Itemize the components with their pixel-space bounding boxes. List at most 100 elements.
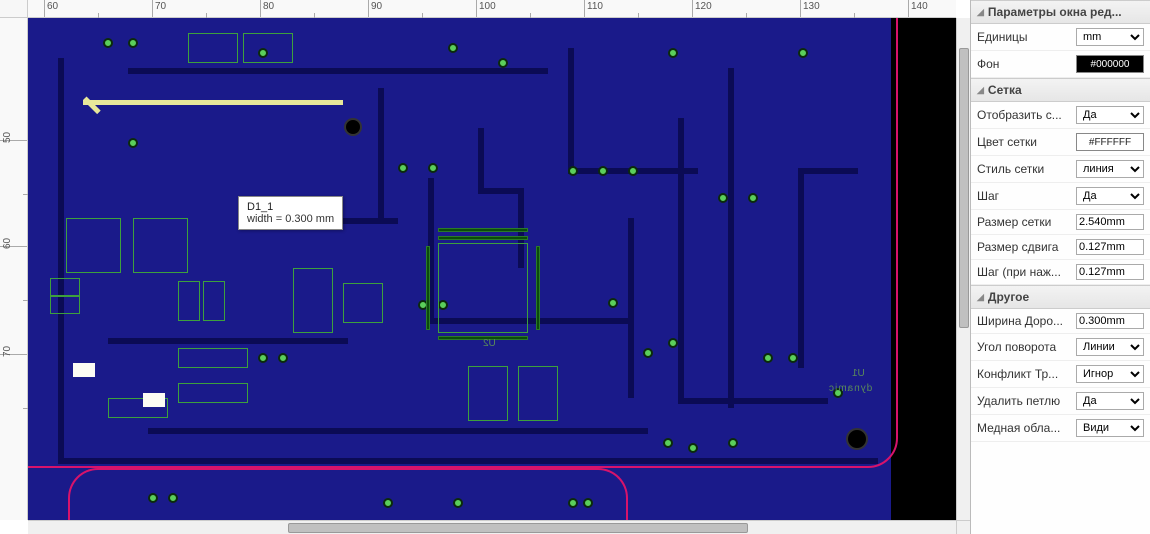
- section-title: Другое: [988, 290, 1029, 304]
- grid-style-select[interactable]: линия: [1076, 160, 1144, 178]
- ruler-corner: [0, 0, 28, 18]
- horizontal-scrollbar[interactable]: [28, 520, 956, 534]
- ruler-tick-label: 60: [2, 238, 13, 249]
- prop-label: Цвет сетки: [977, 135, 1076, 149]
- via[interactable]: [568, 498, 578, 508]
- via[interactable]: [498, 58, 508, 68]
- prop-label: Единицы: [977, 30, 1076, 44]
- ruler-tick-label: 140: [911, 1, 928, 12]
- smd-pad: [426, 246, 430, 330]
- color-swatch[interactable]: #000000: [1076, 55, 1144, 73]
- prop-rotation-angle: Угол поворота Линии: [971, 334, 1150, 361]
- via[interactable]: [258, 353, 268, 363]
- pcb-trace: [58, 58, 64, 458]
- via[interactable]: [668, 338, 678, 348]
- prop-label: Медная обла...: [977, 421, 1076, 435]
- section-header-grid[interactable]: ◢ Сетка: [971, 78, 1150, 102]
- via[interactable]: [168, 493, 178, 503]
- component-outline[interactable]: [343, 283, 383, 323]
- snap-select[interactable]: Да: [1076, 187, 1144, 205]
- conflict-select[interactable]: Игнор: [1076, 365, 1144, 383]
- shift-size-input[interactable]: [1076, 239, 1144, 255]
- component-outline[interactable]: [50, 278, 80, 296]
- via[interactable]: [748, 193, 758, 203]
- prop-show-grid: Отобразить с... Да: [971, 102, 1150, 129]
- component-outline[interactable]: [293, 268, 333, 333]
- refdes-label: dynamic: [828, 383, 872, 394]
- grid-size-input[interactable]: [1076, 214, 1144, 230]
- via[interactable]: [788, 353, 798, 363]
- component-outline[interactable]: [178, 281, 200, 321]
- angle-select[interactable]: Линии: [1076, 338, 1144, 356]
- pcb-trace: [108, 338, 348, 344]
- track-width-input[interactable]: [1076, 313, 1144, 329]
- prop-label: Размер сетки: [977, 215, 1076, 229]
- scrollbar-thumb[interactable]: [288, 523, 748, 533]
- pcb-viewport[interactable]: U1 dynamic U2 D1_1 width = 0.300 mm: [28, 18, 956, 520]
- via[interactable]: [398, 163, 408, 173]
- prop-remove-loop: Удалить петлю Да: [971, 388, 1150, 415]
- component-outline[interactable]: [203, 281, 225, 321]
- ruler-tick-label: 70: [2, 346, 13, 357]
- pad: [73, 363, 95, 377]
- via[interactable]: [643, 348, 653, 358]
- via[interactable]: [798, 48, 808, 58]
- prop-label: Стиль сетки: [977, 162, 1076, 176]
- via[interactable]: [718, 193, 728, 203]
- ruler-tick-label: 130: [803, 1, 820, 12]
- color-swatch[interactable]: #FFFFFF: [1076, 133, 1144, 151]
- component-outline[interactable]: [50, 296, 80, 314]
- prop-label: Размер сдвига: [977, 240, 1076, 254]
- pcb-editor-canvas[interactable]: 60 70 80 90 100 110 120 130 140 50 60 70: [0, 0, 970, 534]
- prop-label: Ширина Доро...: [977, 314, 1076, 328]
- copper-select[interactable]: Види: [1076, 419, 1144, 437]
- via[interactable]: [763, 353, 773, 363]
- component-outline[interactable]: [438, 243, 528, 333]
- properties-panel[interactable]: ◢ Параметры окна ред... Единицы mm Фон #…: [970, 0, 1150, 534]
- units-select[interactable]: mm: [1076, 28, 1144, 46]
- prop-label: Удалить петлю: [977, 394, 1076, 408]
- ruler-tick-label: 110: [587, 1, 603, 12]
- mounting-hole: [846, 428, 868, 450]
- via[interactable]: [568, 166, 578, 176]
- via[interactable]: [728, 438, 738, 448]
- via[interactable]: [598, 166, 608, 176]
- show-grid-select[interactable]: Да: [1076, 106, 1144, 124]
- component-outline[interactable]: [133, 218, 188, 273]
- via[interactable]: [383, 498, 393, 508]
- via[interactable]: [688, 443, 698, 453]
- via[interactable]: [103, 38, 113, 48]
- via[interactable]: [583, 498, 593, 508]
- vertical-scrollbar[interactable]: [956, 18, 970, 520]
- shiftkey-step-input[interactable]: [1076, 264, 1144, 280]
- prop-grid-color: Цвет сетки #FFFFFF: [971, 129, 1150, 156]
- via[interactable]: [278, 353, 288, 363]
- section-header-view-params[interactable]: ◢ Параметры окна ред...: [971, 0, 1150, 24]
- component-outline[interactable]: [178, 383, 248, 403]
- selected-trace[interactable]: [83, 100, 343, 105]
- via[interactable]: [668, 48, 678, 58]
- via[interactable]: [128, 138, 138, 148]
- pad: [143, 393, 165, 407]
- section-header-other[interactable]: ◢ Другое: [971, 285, 1150, 309]
- component-outline[interactable]: [66, 218, 121, 273]
- via[interactable]: [663, 438, 673, 448]
- via[interactable]: [628, 166, 638, 176]
- via[interactable]: [608, 298, 618, 308]
- via[interactable]: [453, 498, 463, 508]
- prop-background: Фон #000000: [971, 51, 1150, 78]
- component-outline[interactable]: [243, 33, 293, 63]
- component-outline[interactable]: [178, 348, 248, 368]
- via[interactable]: [148, 493, 158, 503]
- loop-select[interactable]: Да: [1076, 392, 1144, 410]
- via[interactable]: [428, 163, 438, 173]
- pcb-trace: [58, 458, 878, 464]
- component-outline[interactable]: [518, 366, 558, 421]
- component-outline[interactable]: [468, 366, 508, 421]
- component-outline[interactable]: [188, 33, 238, 63]
- via[interactable]: [128, 38, 138, 48]
- via[interactable]: [448, 43, 458, 53]
- scrollbar-thumb[interactable]: [959, 48, 969, 328]
- prop-grid-size: Размер сетки: [971, 210, 1150, 235]
- pcb-trace: [478, 188, 518, 194]
